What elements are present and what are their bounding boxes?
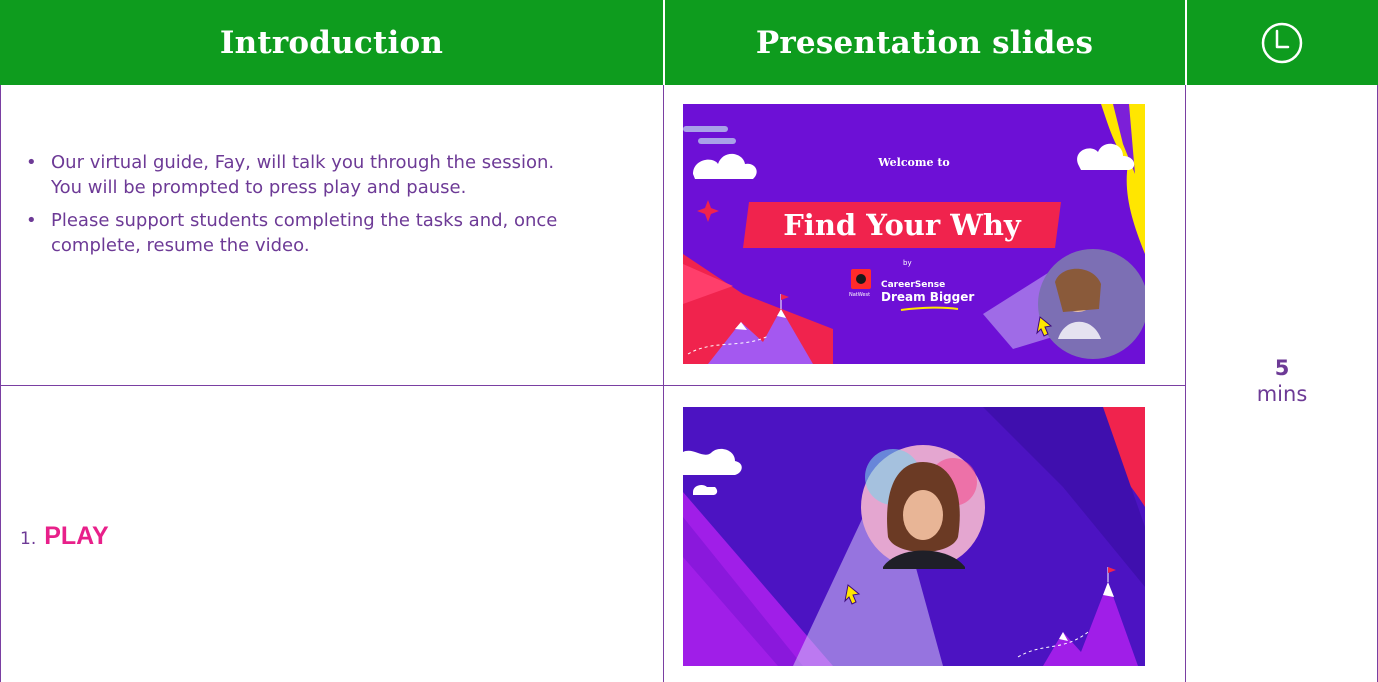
table-border-left: [0, 85, 1, 682]
careersense-text: CareerSense: [881, 280, 946, 290]
play-instruction: PLAY: [44, 522, 109, 550]
clock-icon: [1261, 22, 1303, 63]
bullet-text: Our virtual guide, Fay, will talk you th…: [51, 152, 555, 198]
play-step: 1. PLAY: [20, 522, 109, 551]
header-presentation-slides: Presentation slides: [663, 0, 1186, 85]
duration-value: 5: [1274, 356, 1290, 380]
natwest-logo-text: NatWest: [849, 292, 871, 298]
step-number: 1.: [20, 529, 37, 549]
header-introduction: Introduction: [0, 0, 663, 85]
duration: 5 mins: [1186, 355, 1378, 407]
presentation-slides-heading: Presentation slides: [755, 24, 1094, 61]
slide-welcome-text: Welcome to: [878, 156, 950, 169]
introduction-heading: Introduction: [219, 24, 444, 61]
slide-background: [683, 407, 1145, 666]
slide-title: Find Your Why: [783, 208, 1021, 242]
table-header: Introduction Presentation slides: [0, 0, 1378, 85]
list-item: • Please support students completing the…: [20, 208, 580, 258]
header-time: [1186, 0, 1378, 85]
slide-thumbnail-welcome[interactable]: Welcome to Find Your Why by NatWest Care…: [683, 104, 1145, 364]
bullet-icon: •: [26, 152, 37, 173]
list-item: • Our virtual guide, Fay, will talk you …: [20, 150, 580, 200]
duration-unit: mins: [1256, 382, 1308, 406]
slide-by-text: by: [903, 259, 912, 267]
table-row-divider: [0, 385, 1185, 386]
bullet-text: Please support students completing the t…: [51, 210, 558, 256]
dream-bigger-text: Dream Bigger: [881, 290, 975, 304]
table-divider-col1: [663, 85, 664, 682]
slide-thumbnail-fay-video[interactable]: [683, 407, 1145, 666]
bullet-icon: •: [26, 210, 37, 231]
introduction-bullets: • Our virtual guide, Fay, will talk you …: [20, 150, 580, 266]
